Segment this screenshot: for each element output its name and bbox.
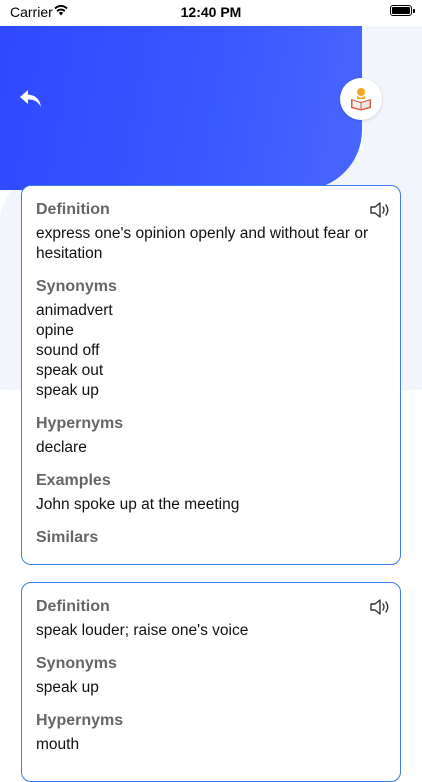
hypernyms-label: Hypernyms: [36, 712, 124, 729]
status-bar: Carrier 12:40 PM: [0, 0, 422, 26]
hypernyms-section: Hypernyms mouth: [36, 711, 386, 755]
synonym-item: animadvert: [36, 302, 113, 319]
definition-text: express one's opinion openly and without…: [36, 225, 369, 262]
synonym-item: speak out: [36, 362, 104, 379]
example-item: John spoke up at the meeting: [36, 496, 240, 513]
synonyms-label: Synonyms: [36, 278, 117, 295]
definition-text: speak louder; raise one's voice: [36, 622, 249, 639]
back-button[interactable]: [18, 86, 44, 112]
speaker-icon[interactable]: [369, 201, 391, 219]
hypernym-item: declare: [36, 439, 87, 456]
synonym-item: speak up: [36, 382, 99, 399]
speaker-icon[interactable]: [369, 598, 391, 616]
hypernyms-label: Hypernyms: [36, 415, 124, 432]
synonyms-section: Synonyms speak up: [36, 654, 386, 698]
hypernyms-section: Hypernyms declare: [36, 414, 386, 458]
definition-section: Definition speak louder; raise one's voi…: [36, 597, 386, 641]
definition-card: Definition speak louder; raise one's voi…: [21, 582, 401, 782]
book-reader-icon: [351, 88, 371, 111]
definition-label: Definition: [36, 201, 110, 218]
definition-section: Definition express one's opinion openly …: [36, 200, 386, 264]
similars-label: Similars: [36, 529, 99, 546]
back-arrow-icon: [20, 90, 41, 107]
examples-section: Examples John spoke up at the meeting: [36, 471, 386, 515]
battery-icon: [390, 5, 415, 16]
definition-card: Definition express one's opinion openly …: [21, 185, 401, 565]
reader-button[interactable]: [340, 78, 382, 120]
synonyms-label: Synonyms: [36, 655, 117, 672]
synonyms-section: Synonyms animadvert opine sound off spea…: [36, 277, 386, 401]
examples-label: Examples: [36, 472, 111, 489]
status-time: 12:40 PM: [180, 4, 242, 20]
hypernym-item: mouth: [36, 736, 80, 753]
synonym-item: sound off: [36, 342, 100, 359]
synonym-item: speak up: [36, 679, 99, 696]
header-banner: [0, 0, 362, 190]
definition-label: Definition: [36, 598, 110, 615]
similars-section: Similars: [36, 528, 386, 548]
synonym-item: opine: [36, 322, 74, 339]
